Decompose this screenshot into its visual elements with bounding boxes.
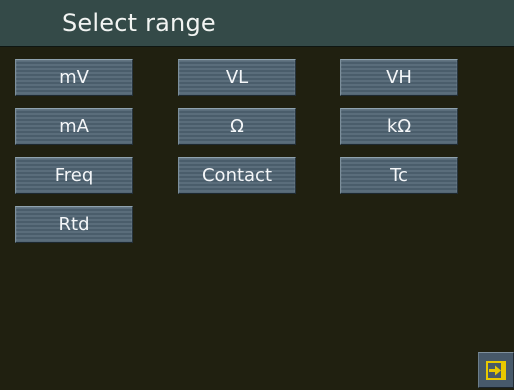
range-button-freq[interactable]: Freq (15, 157, 133, 194)
title-bar: Select range (0, 0, 514, 47)
range-button-mv[interactable]: mV (15, 59, 133, 96)
range-button-vh[interactable]: VH (340, 59, 458, 96)
range-button-vl[interactable]: VL (178, 59, 296, 96)
range-button-contact[interactable]: Contact (178, 157, 296, 194)
range-button-ohm[interactable]: Ω (178, 108, 296, 145)
exit-icon (486, 361, 506, 380)
exit-button[interactable] (478, 352, 514, 388)
page-title: Select range (62, 9, 216, 37)
range-button-ma[interactable]: mA (15, 108, 133, 145)
range-button-tc[interactable]: Tc (340, 157, 458, 194)
range-button-rtd[interactable]: Rtd (15, 206, 133, 243)
range-select-screen: Select range mV VL VH mA Ω kΩ Freq Conta… (0, 0, 514, 390)
range-button-kohm[interactable]: kΩ (340, 108, 458, 145)
